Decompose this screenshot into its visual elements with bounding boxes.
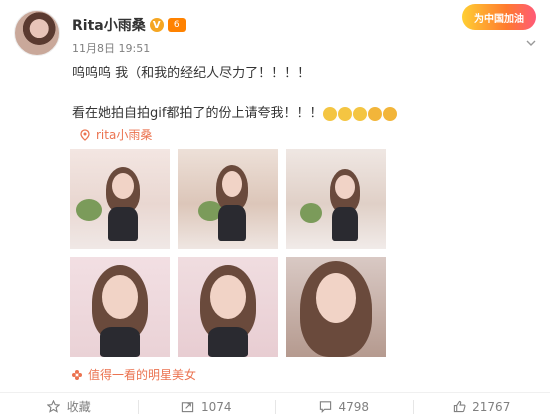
location-pin-icon [78,128,92,142]
topic-link[interactable]: rita小雨桑 [78,126,152,143]
chevron-down-icon[interactable] [526,38,536,48]
verified-icon: V [149,18,164,32]
vip-level-icon[interactable]: 6 [167,18,186,32]
repost-button[interactable]: 1074 [137,393,276,420]
favorite-button[interactable]: 收藏 [0,393,138,420]
post-photo[interactable] [178,257,278,357]
like-count: 21767 [472,399,511,414]
thumbs-up-icon [452,400,466,414]
crying-emoji-icon [368,106,383,121]
flower-icon [70,368,84,382]
post-line-1: 呜呜呜 我（和我的经纪人尽力了！！！！ [72,66,311,81]
post-photo[interactable] [286,257,386,357]
author-row: Rita小雨桑 V 6 [72,15,186,35]
share-icon [181,400,195,414]
star-icon [47,400,61,414]
event-badge[interactable]: 为中国加油 [462,4,536,30]
avatar[interactable] [14,10,60,56]
photo-grid [70,149,386,357]
repost-count: 1074 [200,399,232,414]
like-button[interactable]: 21767 [412,393,550,420]
favorite-label: 收藏 [66,400,91,414]
post-text: 呜呜呜 我（和我的经纪人尽力了！！！！ 看在她拍自拍gif都拍了的份上请夸我！！… [72,64,530,124]
recommendation-label[interactable]: 值得一看的明星美女 [88,366,196,383]
post-timestamp[interactable]: 11月8日 19:51 [72,40,150,56]
comment-icon [318,400,332,414]
pray-emoji-icon [323,106,338,121]
pray-emoji-icon [338,106,353,121]
post-line-2-text: 看在她拍自拍gif都拍了的份上请夸我！！！ [72,106,323,121]
pray-emoji-icon [353,106,368,121]
recommendation-tag[interactable]: 值得一看的明星美女 [70,366,196,383]
action-bar: 收藏 1074 4798 21767 [0,393,550,420]
topic-label[interactable]: rita小雨桑 [96,126,152,143]
post-photo[interactable] [178,149,278,249]
comment-button[interactable]: 4798 [275,393,413,420]
post-photo[interactable] [70,149,170,249]
post-photo[interactable] [286,149,386,249]
username[interactable]: Rita小雨桑 [72,15,146,35]
post-photo[interactable] [70,257,170,357]
laugh-cry-emoji-icon [383,106,398,121]
post-line-2: 看在她拍自拍gif都拍了的份上请夸我！！！ [72,104,530,124]
comment-count: 4798 [338,399,370,414]
